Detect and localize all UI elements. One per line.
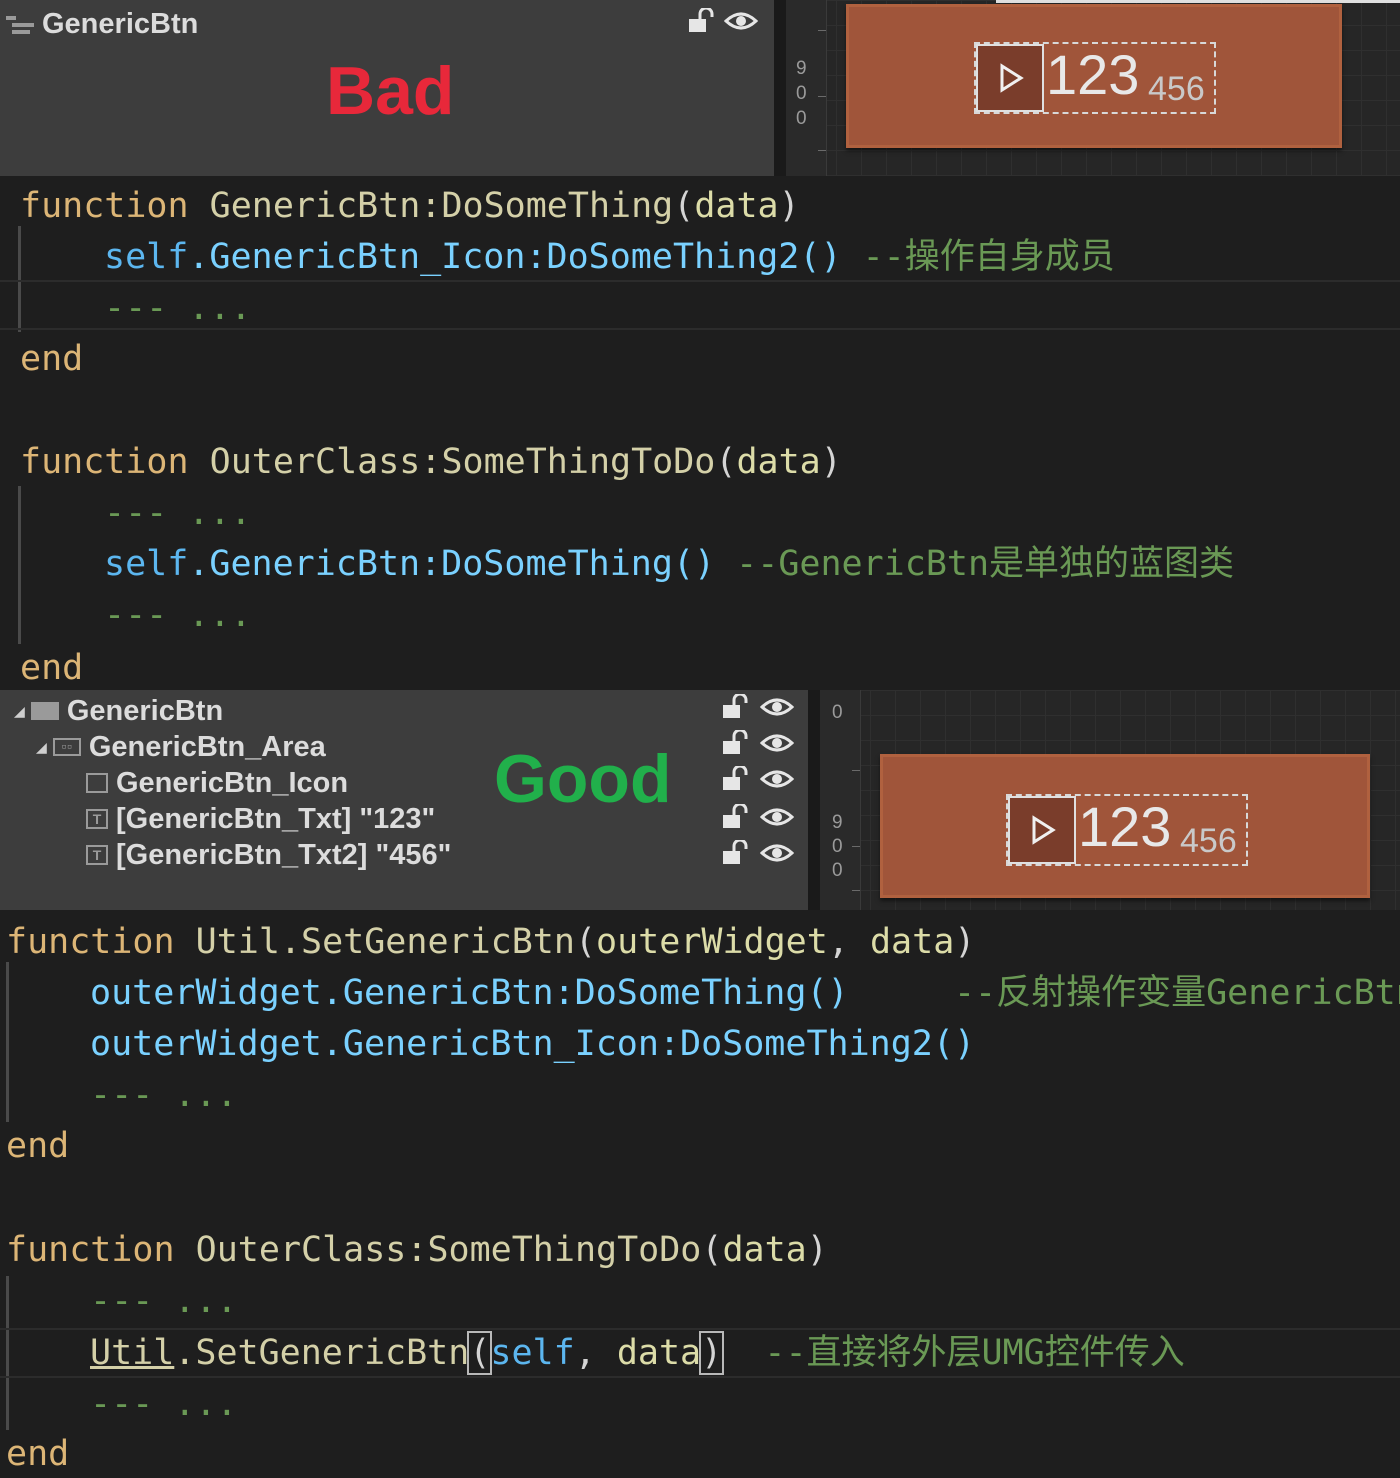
generic-button-preview[interactable]: 123 456 (846, 4, 1342, 148)
button-secondary-text: 456 (1180, 822, 1237, 860)
visibility-eye-icon[interactable] (760, 840, 794, 866)
button-primary-text: 123 (1078, 795, 1172, 858)
code-line: function GenericBtn:DoSomeThing(data) (20, 186, 800, 226)
visibility-eye-icon[interactable] (760, 730, 794, 756)
code-line: function OuterClass:SomeThingToDo(data) (20, 442, 842, 482)
code-line: --- ... (90, 1384, 238, 1424)
generic-button-preview[interactable]: 123 456 (880, 754, 1370, 898)
tree-row-icon[interactable]: GenericBtn_Icon (86, 766, 348, 800)
play-icon (976, 44, 1044, 112)
canvas-icon (30, 702, 59, 720)
code-line: end (6, 1126, 70, 1166)
button-secondary-text: 456 (1148, 70, 1205, 108)
hierarchy-root-label: GenericBtn (42, 7, 199, 40)
tree-label: GenericBtn (66, 694, 224, 727)
tree-label: [GenericBtn_Txt2] "456" (116, 838, 452, 871)
ruler-digit: 0 (832, 702, 843, 723)
tree-label: GenericBtn_Area (88, 730, 326, 763)
code-line: --- ... (104, 595, 252, 635)
lock-icon[interactable] (718, 730, 752, 756)
tree-row-txt2[interactable]: T [GenericBtn_Txt2] "456" (86, 838, 451, 872)
hierarchy-row-genericbtn[interactable]: GenericBtn (4, 4, 198, 44)
visibility-eye-icon[interactable] (724, 8, 758, 34)
code-line: --- ... (90, 1281, 238, 1321)
play-icon (1008, 796, 1076, 864)
visibility-eye-icon[interactable] (760, 694, 794, 720)
code-line: function OuterClass:SomeThingToDo(data) (6, 1230, 828, 1270)
button-primary-text: 123 (1046, 43, 1140, 106)
code-editor-bad: function GenericBtn:DoSomeThing(data) se… (0, 176, 1400, 690)
widget-tree-icon (4, 12, 36, 36)
tree-row-genericbtn[interactable]: ◢ GenericBtn (14, 694, 223, 728)
ruler-digit: 9 (832, 812, 843, 833)
code-line: --- ... (104, 493, 252, 533)
code-line: --- ... (104, 288, 252, 328)
code-line: end (20, 648, 84, 688)
lock-icon[interactable] (718, 766, 752, 792)
ruler-digit: 0 (796, 83, 807, 104)
verdict-good-label: Good (494, 741, 672, 817)
tree-label: [GenericBtn_Txt] "123" (116, 802, 436, 835)
code-line: self.GenericBtn:DoSomeThing() --GenericB… (104, 544, 1235, 584)
code-line: outerWidget.GenericBtn:DoSomeThing() --反… (90, 973, 1400, 1013)
panel-splitter-top[interactable] (774, 0, 786, 176)
lock-icon[interactable] (718, 804, 752, 830)
text-icon: T (86, 809, 108, 829)
lock-icon[interactable] (718, 694, 752, 720)
ruler-digit: 0 (832, 860, 843, 881)
designer-viewport-mid[interactable]: 0 9 0 0 123 456 (820, 690, 1400, 910)
ruler-digit: 0 (796, 108, 807, 129)
verdict-bad-label: Bad (326, 53, 455, 129)
code-editor-good: function Util.SetGenericBtn(outerWidget,… (0, 910, 1400, 1478)
collapse-arrow-icon[interactable]: ◢ (14, 701, 25, 722)
tree-row-txt[interactable]: T [GenericBtn_Txt] "123" (86, 802, 435, 836)
tree-row-area[interactable]: ◢ ▫▫ GenericBtn_Area (36, 730, 326, 764)
code-line: end (6, 1434, 70, 1474)
visibility-eye-icon[interactable] (760, 804, 794, 830)
ruler-digit: 0 (832, 836, 843, 857)
designer-viewport-top[interactable]: 9 0 0 123 456 (786, 0, 1400, 176)
text-icon: T (86, 845, 108, 865)
code-line: Util.SetGenericBtn(self, data) --直接将外层UM… (90, 1331, 1185, 1375)
code-line: outerWidget.GenericBtn_Icon:DoSomeThing2… (90, 1024, 976, 1064)
hierarchy-panel-mid: ◢ GenericBtn ◢ ▫▫ GenericBtn_Area Generi… (0, 690, 808, 910)
collapse-arrow-icon[interactable]: ◢ (36, 737, 47, 758)
code-line: end (20, 339, 84, 379)
panel-splitter-mid[interactable] (808, 690, 820, 910)
vertical-ruler: 0 9 0 0 (820, 690, 861, 910)
hierarchy-panel-top: GenericBtn Bad (0, 0, 774, 176)
code-line: self.GenericBtn_Icon:DoSomeThing2() --操作… (104, 237, 1115, 277)
image-icon (86, 773, 108, 793)
lock-icon[interactable] (718, 840, 752, 866)
code-line: --- ... (90, 1075, 238, 1115)
code-line: function Util.SetGenericBtn(outerWidget,… (6, 922, 976, 962)
ruler-digit: 9 (796, 58, 807, 79)
vertical-ruler: 9 0 0 (786, 0, 827, 176)
visibility-eye-icon[interactable] (760, 766, 794, 792)
lock-icon[interactable] (684, 8, 718, 34)
overlay-icon: ▫▫ (52, 738, 81, 756)
tree-label: GenericBtn_Icon (116, 766, 349, 799)
